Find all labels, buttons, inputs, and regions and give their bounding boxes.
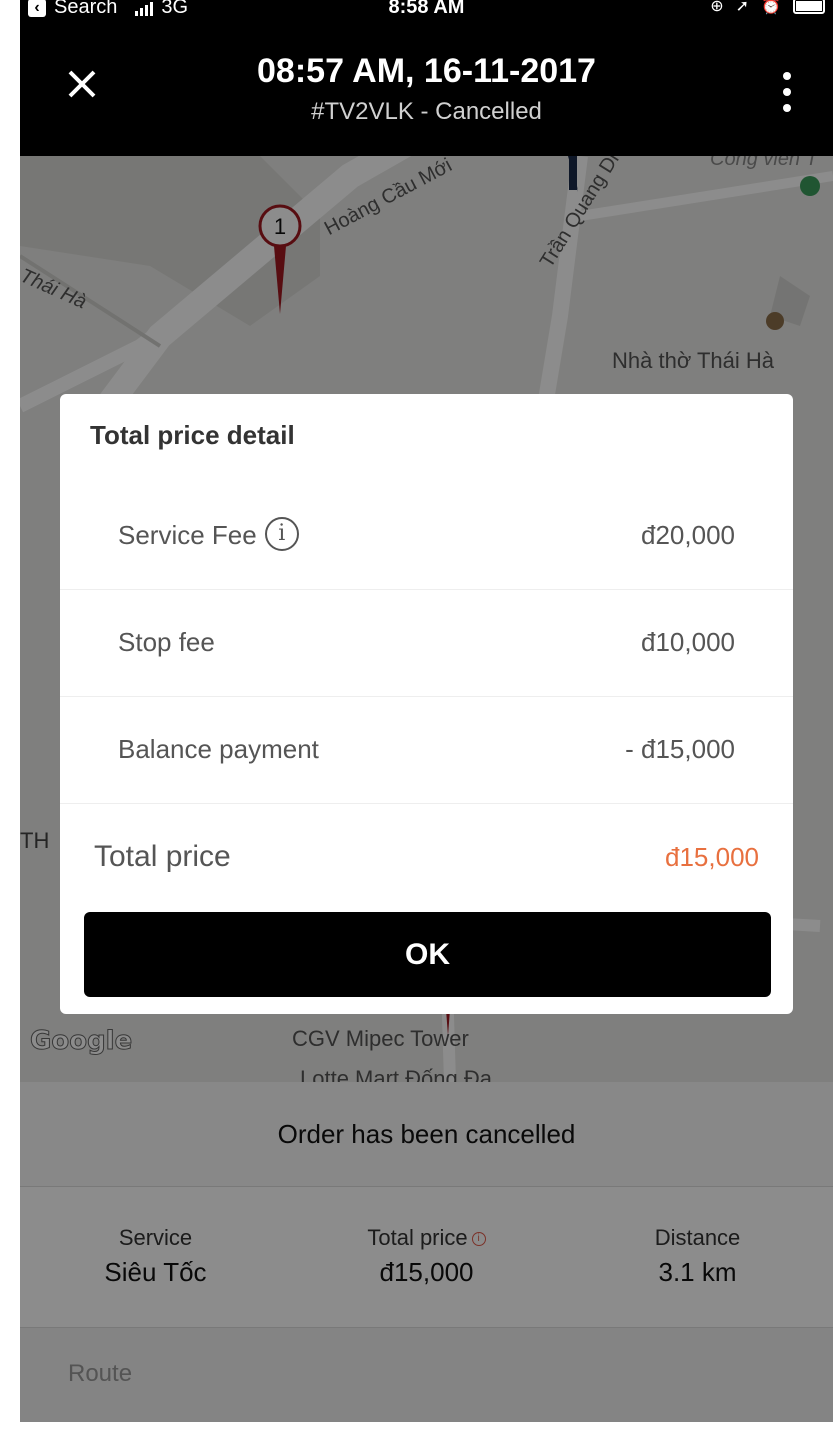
fee-row-balance: Balance payment - đ15,000: [60, 696, 793, 804]
fee-row-stop: Stop fee đ10,000: [60, 589, 793, 697]
location-icon: ➚: [735, 0, 750, 15]
dialog-title: Total price detail: [90, 420, 295, 450]
fee-value: đ20,000: [641, 520, 735, 550]
order-datetime-title: 08:57 AM, 16-11-2017: [257, 52, 596, 90]
ok-button[interactable]: OK: [84, 912, 771, 997]
fee-label: Stop fee: [118, 627, 215, 657]
total-price-label: Total price: [94, 840, 231, 873]
fee-row-service: Service Fee i đ20,000: [60, 482, 793, 590]
price-detail-dialog: Total price detail Service Fee i đ20,000 …: [60, 394, 793, 1014]
info-icon[interactable]: i: [264, 517, 299, 552]
total-price-value: đ15,000: [665, 842, 759, 872]
lock-rotation-icon: ⊕: [710, 0, 724, 15]
alarm-icon: ⏰: [761, 0, 781, 15]
status-bar: ‹ Search 3G 8:58 AM ⊕ ➚ ⏰: [20, 0, 833, 24]
more-options-button[interactable]: [783, 72, 793, 112]
app-screen: ‹ Search 3G 8:58 AM ⊕ ➚ ⏰ 08:57 AM, 16-1…: [20, 0, 833, 1422]
fee-value: đ10,000: [641, 627, 735, 657]
fee-label: Service Fee: [118, 520, 257, 550]
fee-label: Balance payment: [118, 734, 319, 764]
battery-icon: [793, 0, 825, 14]
more-vertical-icon: [783, 72, 791, 80]
fee-value: - đ15,000: [625, 734, 735, 764]
top-bar: 08:57 AM, 16-11-2017 #TV2VLK - Cancelled: [20, 24, 833, 156]
order-id-status: #TV2VLK - Cancelled: [311, 98, 542, 125]
